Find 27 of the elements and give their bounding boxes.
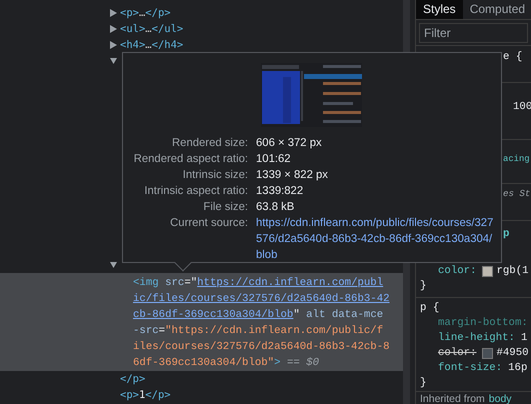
field-label: Intrinsic aspect ratio:: [143, 184, 248, 199]
field-label: File size:: [202, 200, 248, 215]
section-header: es St: [502, 187, 531, 201]
field-value: 63.8 kB: [256, 200, 296, 215]
css-property: line-height:: [438, 331, 515, 346]
field-value: 1339 × 822 px: [256, 168, 329, 183]
css-brace: }: [419, 376, 428, 391]
css-value: #4950: [496, 346, 529, 361]
inherited-label: Inherited from: [420, 393, 485, 404]
field-value: 101:62: [256, 152, 292, 167]
css-property: color:: [438, 346, 476, 361]
css-text: e {: [502, 50, 524, 65]
field-label: Rendered aspect ratio:: [132, 152, 248, 167]
css-value: 1: [520, 331, 528, 346]
field-label: Intrinsic size:: [182, 168, 248, 183]
css-property: font-size:: [438, 361, 502, 376]
css-brace: }: [419, 279, 428, 294]
field-label: Rendered size:: [171, 136, 248, 151]
css-value: 16p: [508, 361, 528, 376]
css-property: acing: [503, 153, 530, 166]
css-property: margin-bottom:: [438, 316, 528, 331]
css-selector: p {: [419, 301, 440, 316]
css-value: rgb(1: [496, 264, 529, 279]
field-value: 606 × 372 px: [256, 136, 323, 151]
field-label: Current source:: [169, 216, 248, 231]
css-property: color:: [438, 264, 476, 279]
field-value: 1339:822: [256, 184, 304, 199]
